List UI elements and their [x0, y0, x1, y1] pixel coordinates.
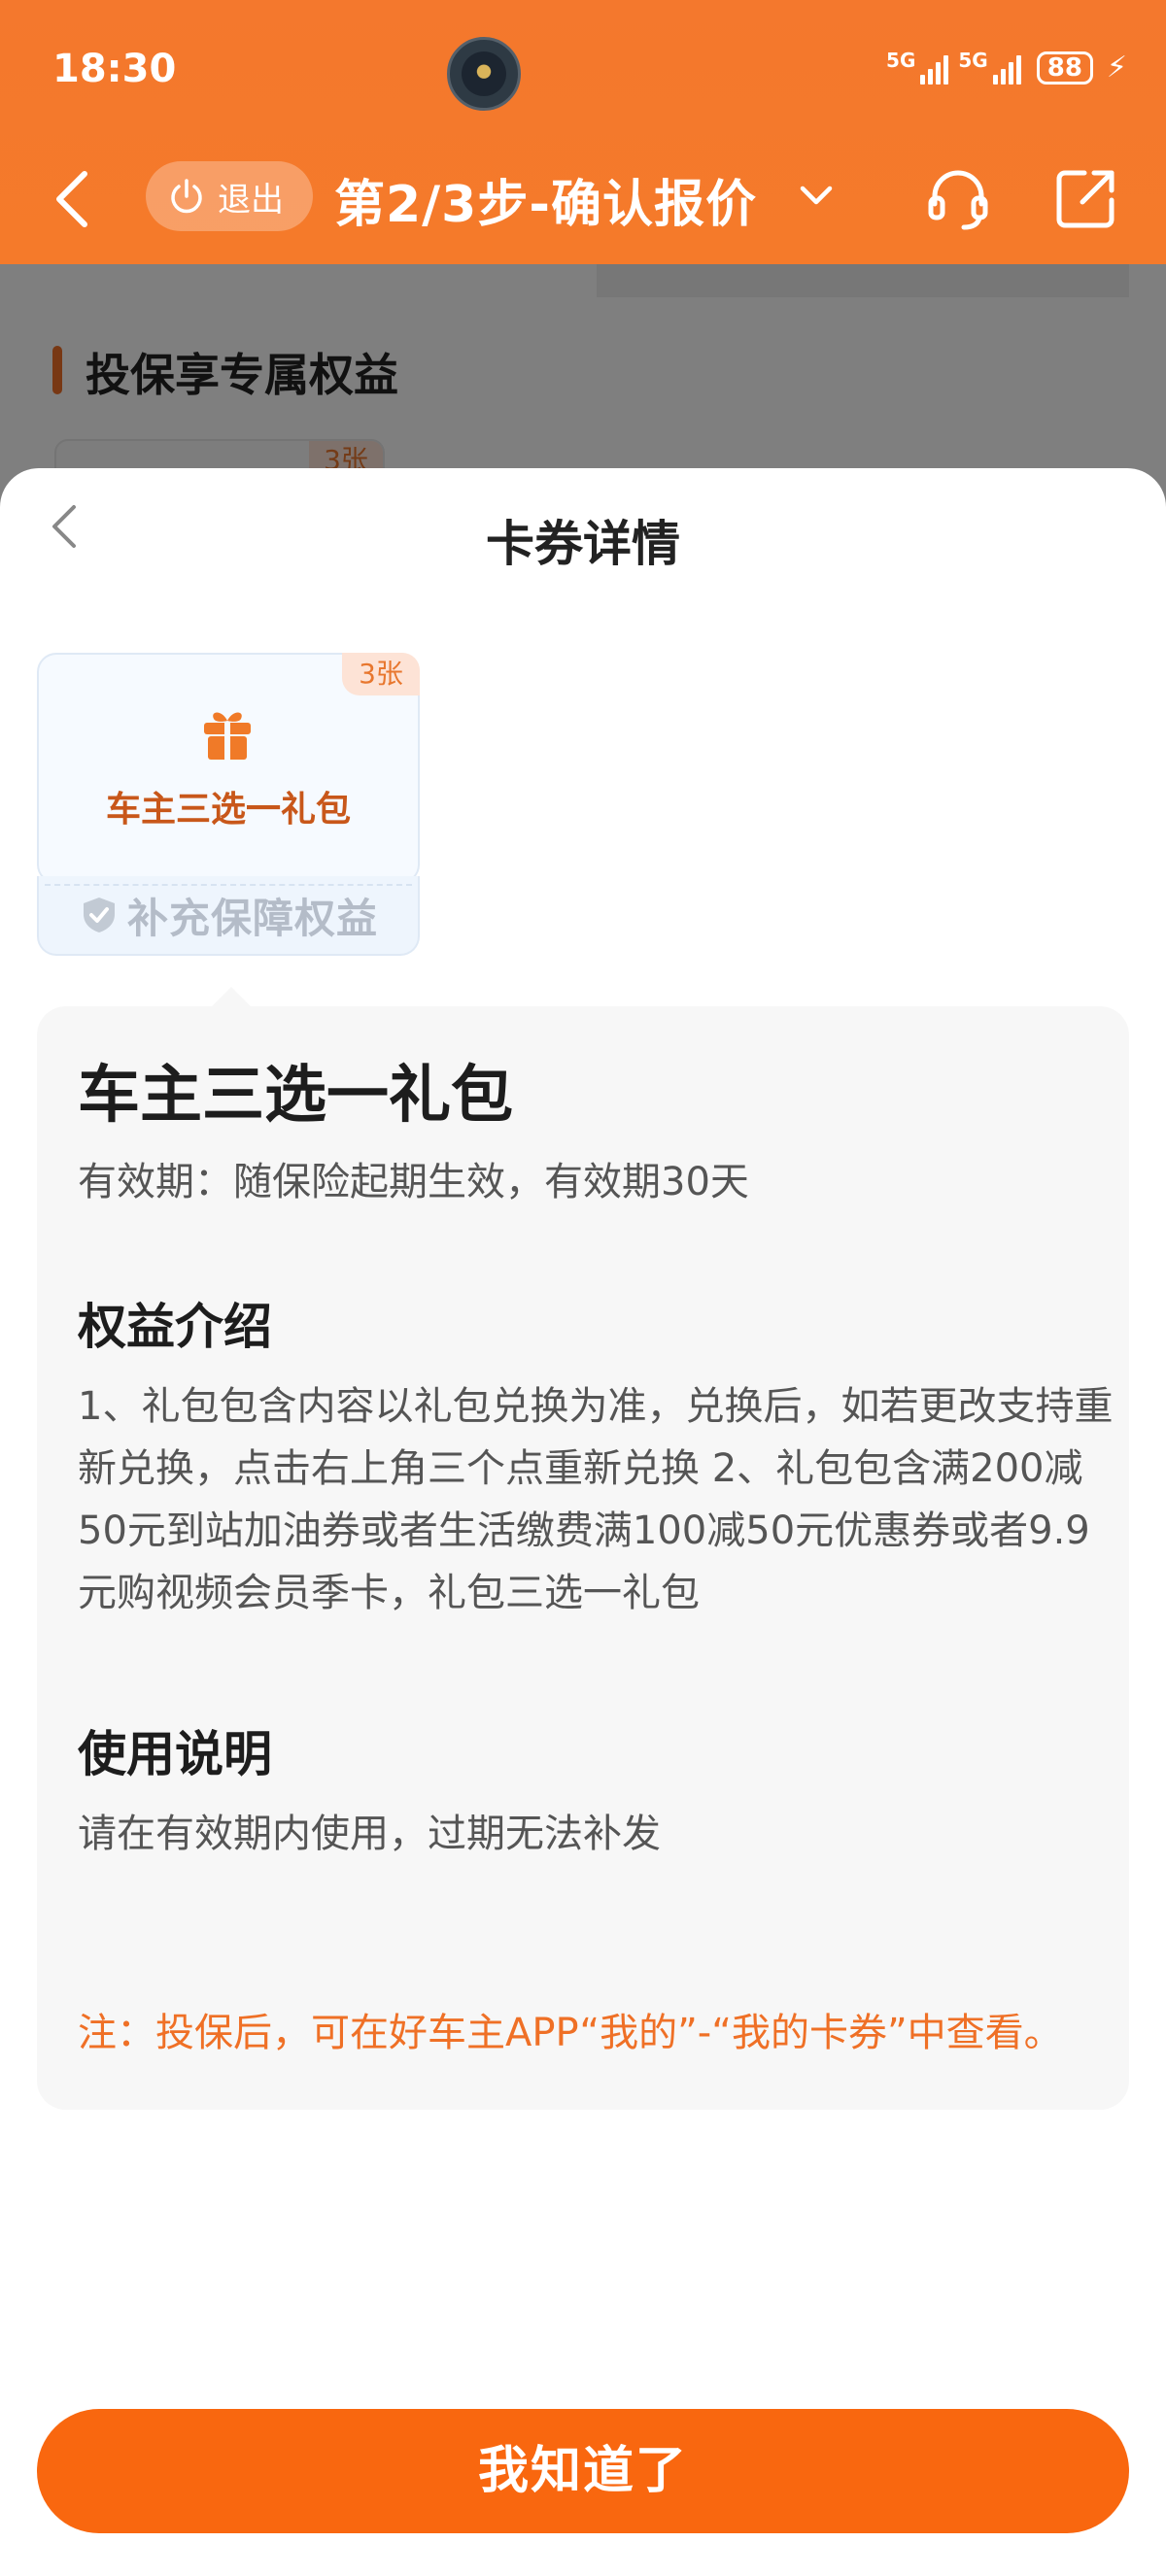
- power-icon: [171, 179, 202, 214]
- usage-text: 请在有效期内使用，过期无法补发: [78, 1812, 661, 1856]
- coupon-count-badge: 3张: [342, 653, 420, 695]
- battery-icon: 88: [1036, 51, 1093, 85]
- benefits-heading: 权益介绍: [78, 1299, 272, 1355]
- top-bar: 18:30 5G 5G 88 ⚡ 退出 第2/3步-确认报价: [0, 0, 1166, 264]
- coupon-footer-label: 补充保障权益: [126, 894, 378, 942]
- coupon-detail-panel: 车主三选一礼包 有效期：随保险起期生效，有效期30天 权益介绍 1、礼包包含内容…: [37, 1006, 1129, 2110]
- gift-icon: [204, 712, 251, 760]
- detail-validity: 有效期：随保险起期生效，有效期30天: [78, 1160, 749, 1204]
- back-arrow-icon[interactable]: [39, 165, 107, 233]
- signal-icon-2: 5G: [958, 48, 1021, 85]
- shield-check-icon: [83, 898, 115, 932]
- network-type-label: 5G: [886, 48, 916, 72]
- network-type-label-2: 5G: [958, 48, 988, 72]
- detail-pointer: [210, 987, 253, 1008]
- status-center-avatar: [447, 37, 521, 111]
- app-screen: 18:30 5G 5G 88 ⚡ 退出 第2/3步-确认报价 卡券详情 3张 车…: [0, 0, 1166, 2576]
- signal-icon: 5G: [886, 48, 949, 85]
- usage-heading: 使用说明: [78, 1726, 272, 1782]
- battery-level: 88: [1046, 52, 1082, 83]
- status-indicators: 5G 5G 88 ⚡: [886, 51, 1127, 85]
- coupon-card[interactable]: 3张 车主三选一礼包 补充保障权益: [37, 653, 420, 964]
- confirm-button[interactable]: 我知道了: [37, 2409, 1129, 2533]
- status-time: 18:30: [52, 47, 177, 91]
- sheet-title: 卡券详情: [486, 516, 680, 572]
- page-title[interactable]: 第2/3步-确认报价: [334, 163, 757, 236]
- coupon-name: 车主三选一礼包: [105, 790, 351, 830]
- coupon-divider: [45, 884, 412, 886]
- chevron-down-icon[interactable]: [795, 173, 838, 216]
- coupon-detail-sheet: 卡券详情 3张 车主三选一礼包 补充保障权益 车主三选一礼包 有效期：随保险起期…: [0, 468, 1166, 2576]
- note-text: 注：投保后，可在好车主APP“我的”-“我的卡券”中查看。: [78, 2011, 1063, 2055]
- charging-icon: ⚡: [1106, 51, 1127, 85]
- nav-bar: 退出 第2/3步-确认报价: [0, 146, 1166, 264]
- status-bar: 18:30 5G 5G 88 ⚡: [0, 0, 1166, 146]
- share-icon[interactable]: [1051, 163, 1121, 233]
- exit-button[interactable]: 退出: [146, 161, 313, 231]
- exit-label: 退出: [218, 180, 284, 220]
- benefits-text: 1、礼包包含内容以礼包兑换为准，兑换后，如若更改支持重新兑换，点击右上角三个点重…: [78, 1384, 1114, 1615]
- headset-icon[interactable]: [923, 163, 993, 233]
- coupon-footer: 补充保障权益: [37, 876, 420, 956]
- detail-title: 车主三选一礼包: [78, 1060, 513, 1132]
